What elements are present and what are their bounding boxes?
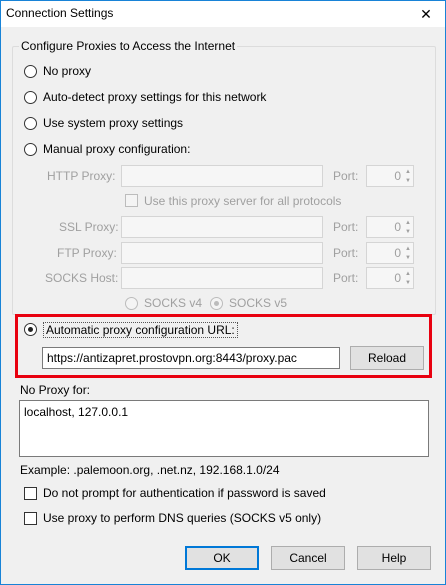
socks-port-value: 0: [394, 271, 401, 285]
spin-up-icon[interactable]: ▲: [405, 169, 411, 175]
label-no-proxy: No proxy: [43, 64, 92, 78]
connection-settings-dialog: Connection Settings ✕ Configure Proxies …: [0, 0, 446, 585]
spin-up-icon[interactable]: ▲: [405, 246, 411, 252]
same-proxy-checkbox[interactable]: [125, 194, 138, 207]
label-ssl-proxy: SSL Proxy:: [59, 220, 119, 234]
radio-socks-v5[interactable]: [210, 297, 223, 310]
radio-no-proxy[interactable]: [24, 65, 37, 78]
close-icon[interactable]: ✕: [413, 3, 439, 25]
label-system-proxy: Use system proxy settings: [43, 116, 184, 130]
no-proxy-for-textarea[interactable]: localhost, 127.0.0.1: [19, 400, 429, 457]
no-auth-prompt-checkbox[interactable]: [24, 487, 37, 500]
reload-button[interactable]: Reload: [350, 346, 424, 370]
no-proxy-example: Example: .palemoon.org, .net.nz, 192.168…: [20, 463, 280, 477]
radio-auto-config-url[interactable]: [24, 323, 37, 336]
cancel-button[interactable]: Cancel: [271, 546, 345, 570]
label-auto-detect: Auto-detect proxy settings for this netw…: [43, 90, 267, 104]
ftp-proxy-input[interactable]: [121, 242, 323, 264]
auto-config-url-input[interactable]: https://antizapret.prostovpn.org:8443/pr…: [42, 347, 340, 369]
group-legend: Configure Proxies to Access the Internet: [19, 39, 238, 53]
label-ssl-port: Port:: [333, 220, 359, 234]
radio-manual-proxy[interactable]: [24, 143, 37, 156]
ssl-port-value: 0: [394, 220, 401, 234]
radio-socks-v4[interactable]: [125, 297, 138, 310]
spin-up-icon[interactable]: ▲: [405, 220, 411, 226]
spin-down-icon[interactable]: ▼: [405, 229, 411, 235]
help-button[interactable]: Help: [357, 546, 431, 570]
ssl-proxy-input[interactable]: [121, 216, 323, 238]
http-proxy-input[interactable]: [121, 165, 323, 187]
label-manual-proxy: Manual proxy configuration:: [43, 142, 191, 156]
label-ftp-port: Port:: [333, 246, 359, 260]
label-socks-v4: SOCKS v4: [144, 296, 203, 310]
spin-down-icon[interactable]: ▼: [405, 280, 411, 286]
dns-socks-checkbox[interactable]: [24, 512, 37, 525]
label-http-proxy: HTTP Proxy:: [47, 169, 116, 183]
label-socks-port: Port:: [333, 271, 359, 285]
window-title: Connection Settings: [6, 6, 114, 20]
label-socks-host: SOCKS Host:: [45, 271, 119, 285]
label-no-auth-prompt: Do not prompt for authentication if pass…: [43, 486, 326, 500]
title-bar: Connection Settings ✕: [1, 1, 445, 27]
spin-down-icon[interactable]: ▼: [405, 255, 411, 261]
label-socks-v5: SOCKS v5: [229, 296, 288, 310]
radio-system-proxy[interactable]: [24, 117, 37, 130]
ftp-port-stepper[interactable]: 0 ▲ ▼: [366, 242, 414, 264]
spin-up-icon[interactable]: ▲: [405, 271, 411, 277]
http-port-value: 0: [394, 169, 401, 183]
label-same-proxy: Use this proxy server for all protocols: [144, 194, 342, 208]
label-dns-socks: Use proxy to perform DNS queries (SOCKS …: [43, 511, 322, 525]
label-auto-config-url: Automatic proxy configuration URL:: [43, 322, 238, 338]
http-port-stepper[interactable]: 0 ▲ ▼: [366, 165, 414, 187]
ssl-port-stepper[interactable]: 0 ▲ ▼: [366, 216, 414, 238]
ok-button[interactable]: OK: [185, 546, 259, 570]
spin-down-icon[interactable]: ▼: [405, 178, 411, 184]
ftp-port-value: 0: [394, 246, 401, 260]
label-ftp-proxy: FTP Proxy:: [57, 246, 117, 260]
label-http-port: Port:: [333, 169, 359, 183]
socks-port-stepper[interactable]: 0 ▲ ▼: [366, 267, 414, 289]
socks-host-input[interactable]: [121, 267, 323, 289]
label-no-proxy-for: No Proxy for:: [20, 383, 91, 397]
radio-auto-detect[interactable]: [24, 91, 37, 104]
